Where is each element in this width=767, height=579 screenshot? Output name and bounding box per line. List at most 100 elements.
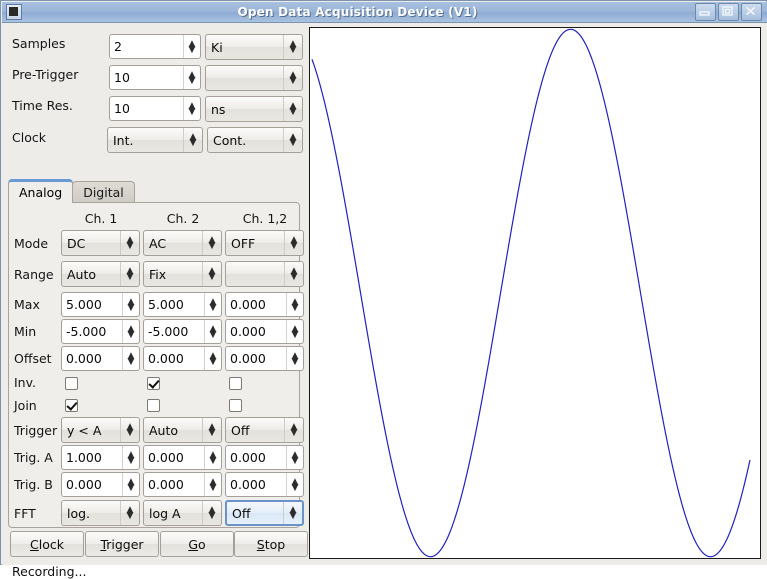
clock-row: Clock [12,130,107,145]
trigger-ch12-select[interactable]: Off ▲ ▼ [225,417,304,443]
fft-ch12-value: Off [232,505,251,521]
fft-ch2-value: log A [149,505,181,521]
offset-ch12-input[interactable]: 0.000 ▲ ▼ [225,346,304,371]
inv-ch12-checkbox[interactable] [229,377,242,390]
pretrigger-row: Pre-Trigger [12,67,107,82]
timeres-unit-select[interactable]: ns ▲ ▼ [205,96,303,122]
max-ch1-stepper[interactable]: ▲ ▼ [122,293,139,316]
go-button[interactable]: Go [160,531,234,557]
max-ch2-value: 5.000 [148,297,184,312]
min-ch1-input[interactable]: -5.000 ▲ ▼ [61,319,140,344]
fft-ch12-select[interactable]: Off ▲ ▼ [225,500,304,526]
trigger-button-label: Trigger [100,537,143,552]
triga-ch12-value: 0.000 [230,450,266,465]
triga-ch12-stepper[interactable]: ▲ ▼ [286,446,303,469]
max-ch1-input[interactable]: 5.000 ▲ ▼ [61,292,140,317]
timeres-unit-value: ns [211,101,226,117]
min-ch12-stepper[interactable]: ▲ ▼ [286,320,303,343]
tab-digital[interactable]: Digital [72,181,135,203]
pretrigger-label: Pre-Trigger [12,67,79,82]
triga-ch1-input[interactable]: 1.000 ▲ ▼ [61,445,140,470]
trigger-ch1-select[interactable]: y < A ▲ ▼ [61,417,140,443]
join-ch2-checkbox[interactable] [147,399,160,412]
mode-ch12-select[interactable]: OFF ▲ ▼ [225,230,304,256]
mode-ch12-value: OFF [231,235,256,251]
inv-ch2-checkbox[interactable] [147,377,160,390]
triga-ch12-input[interactable]: 0.000 ▲ ▼ [225,445,304,470]
chevron-updown-icon: ▲ ▼ [120,501,139,525]
samples-stepper[interactable]: ▲ ▼ [183,35,200,58]
max-ch2-stepper[interactable]: ▲ ▼ [204,293,221,316]
triga-ch1-value: 1.000 [66,450,102,465]
offset-ch1-stepper[interactable]: ▲ ▼ [122,347,139,370]
close-button[interactable] [741,3,762,21]
tab-analog[interactable]: Analog [8,179,74,203]
timeres-stepper[interactable]: ▲ ▼ [183,97,200,120]
triga-ch1-stepper[interactable]: ▲ ▼ [122,446,139,469]
join-ch1-checkbox[interactable] [65,399,78,412]
timeres-row: Time Res. [12,98,107,113]
fft-ch2-select[interactable]: log A ▲ ▼ [143,500,222,526]
app-icon [6,4,22,20]
trigb-ch1-value: 0.000 [66,477,102,492]
max-ch12-stepper[interactable]: ▲ ▼ [286,293,303,316]
go-button-label: Go [188,537,205,552]
stop-button[interactable]: Stop [234,531,308,557]
trigger-button[interactable]: Trigger [85,531,159,557]
trigb-ch1-stepper[interactable]: ▲ ▼ [122,473,139,496]
samples-unit-select[interactable]: Ki ▲ ▼ [205,34,303,60]
range-ch12-select[interactable]: ▲ ▼ [225,261,304,287]
range-ch1-select[interactable]: Auto ▲ ▼ [61,261,140,287]
mode-ch2-select[interactable]: AC ▲ ▼ [143,230,222,256]
offset-ch1-input[interactable]: 0.000 ▲ ▼ [61,346,140,371]
max-ch12-input[interactable]: 0.000 ▲ ▼ [225,292,304,317]
timeres-input[interactable]: 10 ▲ ▼ [109,96,201,121]
chevron-updown-icon: ▲ ▼ [202,418,221,442]
min-ch2-input[interactable]: -5.000 ▲ ▼ [143,319,222,344]
offset-ch1-value: 0.000 [66,351,102,366]
go-accel: G [188,536,199,552]
join-ch12-checkbox[interactable] [229,399,242,412]
clock-run-select[interactable]: Cont. ▲ ▼ [207,127,303,153]
min-ch12-input[interactable]: 0.000 ▲ ▼ [225,319,304,344]
pretrigger-stepper[interactable]: ▲ ▼ [183,66,200,89]
max-ch2-input[interactable]: 5.000 ▲ ▼ [143,292,222,317]
trigb-ch12-value: 0.000 [230,477,266,492]
max-label: Max [14,297,40,312]
range-ch2-value: Fix [149,266,167,282]
min-ch2-stepper[interactable]: ▲ ▼ [204,320,221,343]
chevron-updown-icon: ▲ ▼ [283,35,302,59]
triga-ch2-stepper[interactable]: ▲ ▼ [204,446,221,469]
min-ch1-stepper[interactable]: ▲ ▼ [122,320,139,343]
trigb-ch2-input[interactable]: 0.000 ▲ ▼ [143,472,222,497]
trigb-ch2-stepper[interactable]: ▲ ▼ [204,473,221,496]
mode-ch1-select[interactable]: DC ▲ ▼ [61,230,140,256]
offset-ch2-input[interactable]: 0.000 ▲ ▼ [143,346,222,371]
samples-input[interactable]: 2 ▲ ▼ [109,34,201,59]
title-bar: Open Data Acquisition Device (V1) [2,2,767,23]
offset-ch2-stepper[interactable]: ▲ ▼ [204,347,221,370]
clock-mode-select[interactable]: Int. ▲ ▼ [107,127,203,153]
stop-accel: S [256,536,265,552]
trigger-ch2-select[interactable]: Auto ▲ ▼ [143,417,222,443]
trigb-ch1-input[interactable]: 0.000 ▲ ▼ [61,472,140,497]
minimize-button[interactable] [695,3,716,21]
clock-button[interactable]: Clock [10,531,84,557]
fft-ch1-select[interactable]: log. ▲ ▼ [61,500,140,526]
pretrigger-input[interactable]: 10 ▲ ▼ [109,65,201,90]
trigb-ch12-input[interactable]: 0.000 ▲ ▼ [225,472,304,497]
column-header-ch12: Ch. 1,2 [242,211,288,226]
pretrigger-unit-select[interactable]: ▲ ▼ [205,65,303,91]
inv-ch1-checkbox[interactable] [65,377,78,390]
trigb-label: Trig. B [14,477,53,492]
chevron-updown-icon: ▲ ▼ [284,231,303,255]
chevron-updown-icon: ▲ ▼ [202,231,221,255]
waveform-plot[interactable] [309,27,761,559]
range-ch2-select[interactable]: Fix ▲ ▼ [143,261,222,287]
triga-ch2-input[interactable]: 0.000 ▲ ▼ [143,445,222,470]
maximize-button[interactable] [718,3,739,21]
offset-ch12-stepper[interactable]: ▲ ▼ [286,347,303,370]
triga-ch2-value: 0.000 [148,450,184,465]
trigb-ch12-stepper[interactable]: ▲ ▼ [286,473,303,496]
chevron-updown-icon: ▲ ▼ [283,502,302,524]
